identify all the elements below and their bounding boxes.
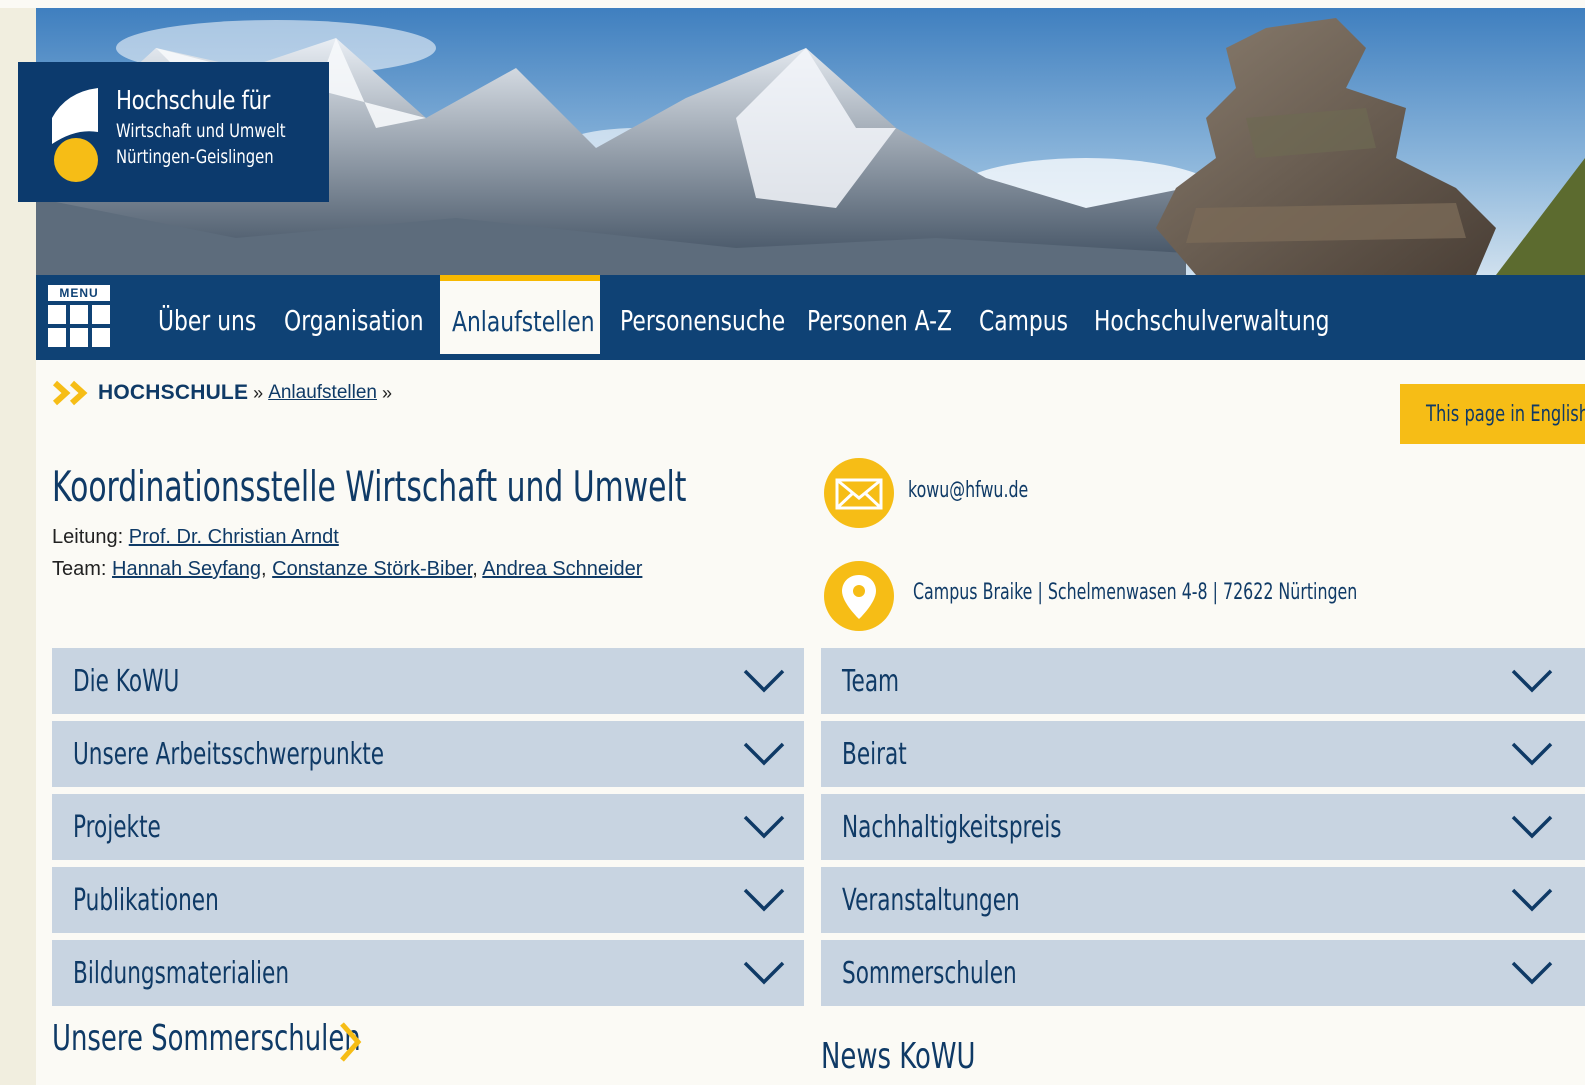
email-link[interactable]: kowu@hfwu.de [908,478,1075,503]
nav-item-hochschulverwaltung[interactable]: Hochschulverwaltung [1094,275,1396,360]
address-link[interactable]: Campus Braike | Schelmenwasen 4-8 | 7262… [913,580,1530,605]
accordion-bildungsmaterialien[interactable]: Bildungsmaterialien [52,940,804,1006]
menu-button[interactable]: MENU [48,285,110,347]
chevron-down-icon [1511,815,1553,839]
accordion-publikationen[interactable]: Publikationen [52,867,804,933]
menu-label: MENU [48,285,110,301]
accordion-beirat[interactable]: Beirat [821,721,1585,787]
university-logo[interactable]: Hochschule für Wirtschaft und Umwelt Nür… [18,62,329,202]
accordion-die-kowu[interactable]: Die KoWU [52,648,804,714]
chevron-down-icon [743,888,785,912]
chevron-down-icon [743,742,785,766]
chevron-down-icon [743,961,785,985]
english-page-button[interactable]: This page in English [1400,384,1585,444]
menu-grid-icon [48,305,110,347]
team-member-link[interactable]: Constanze Störk-Biber [272,558,472,580]
breadcrumb-separator: » [381,382,392,403]
news-heading: News KoWU [821,1036,976,1077]
chevron-down-icon [743,669,785,693]
double-chevron-right-icon [52,380,88,406]
team-line: Team: Hannah Seyfang, Constanze Störk-Bi… [52,558,643,580]
nav-item-personen-a-z[interactable]: Personen A-Z [807,275,993,360]
chevron-down-icon [1511,888,1553,912]
nav-item-organisation[interactable]: Organisation [284,275,463,360]
breadcrumb-current[interactable]: Anlaufstellen [268,382,377,404]
breadcrumb: HOCHSCHULE » Anlaufstellen » [52,378,397,408]
accordion-projekte[interactable]: Projekte [52,794,804,860]
logo-mark-icon [52,88,98,182]
breadcrumb-separator: » [253,382,264,403]
nav-item-ueber-uns[interactable]: Über uns [158,275,284,360]
logo-line-3: Nürtingen-Geislingen [116,146,274,168]
summer-schools-link[interactable]: Unsere Sommerschulen [52,1018,481,1059]
chevron-down-icon [743,815,785,839]
lead-label: Leitung: [52,526,124,548]
accordion-arbeitsschwerpunkte[interactable]: Unsere Arbeitsschwerpunkte [52,721,804,787]
logo-text: Hochschule für Wirtschaft und Umwelt Nür… [116,86,333,168]
team-member-link[interactable]: Hannah Seyfang [112,558,261,580]
main-navigation: MENU Über uns Organisation Anlaufstellen… [36,275,1585,360]
logo-line-1: Hochschule für [116,86,271,116]
logo-line-2: Wirtschaft und Umwelt [116,120,286,142]
mail-icon [824,458,894,528]
accordion-veranstaltungen[interactable]: Veranstaltungen [821,867,1585,933]
page-top-margin [0,0,1585,8]
accordion-nachhaltigkeitspreis[interactable]: Nachhaltigkeitspreis [821,794,1585,860]
chevron-right-icon [340,1022,362,1062]
lead-line: Leitung: Prof. Dr. Christian Arndt [52,526,339,549]
chevron-down-icon [1511,961,1553,985]
lead-name-link[interactable]: Prof. Dr. Christian Arndt [129,526,339,548]
team-member-link[interactable]: Andrea Schneider [482,558,642,580]
page-title[interactable]: Koordinationsstelle Wirtschaft und Umwel… [52,462,946,511]
nav-item-campus[interactable]: Campus [979,275,1093,360]
breadcrumb-home[interactable]: HOCHSCHULE [98,381,248,405]
nav-item-personensuche[interactable]: Personensuche [620,275,832,360]
accordion-sommerschulen[interactable]: Sommerschulen [821,940,1585,1006]
nav-item-anlaufstellen[interactable]: Anlaufstellen [440,275,600,354]
team-label: Team: [52,558,107,580]
map-pin-icon [824,561,894,631]
chevron-down-icon [1511,742,1553,766]
chevron-down-icon [1511,669,1553,693]
accordion-team[interactable]: Team [821,648,1585,714]
